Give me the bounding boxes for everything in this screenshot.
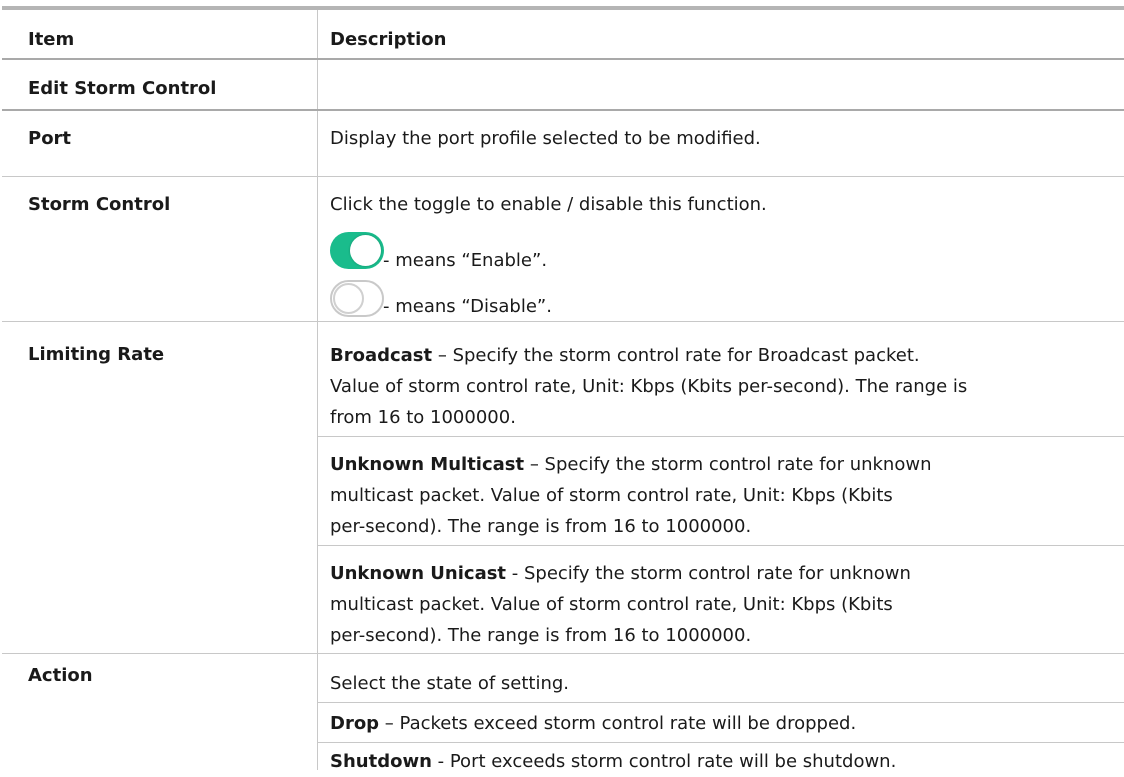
row-limit-item: Limiting Rate: [28, 344, 165, 365]
row-port-item: Port: [28, 128, 72, 149]
limit-broadcast-l2: Value of storm control rate, Unit: Kbps …: [330, 376, 968, 397]
row-action-item: Action: [28, 665, 93, 686]
limit-multicast-l1: Unknown Multicast – Specify the storm co…: [330, 454, 932, 475]
table-top-rule: [2, 6, 1124, 10]
action-drop: Drop – Packets exceed storm control rate…: [330, 713, 857, 734]
limit-unicast-l1: Unknown Unicast - Specify the storm cont…: [330, 563, 911, 584]
limit-unicast-l2: multicast packet. Value of storm control…: [330, 594, 893, 615]
limit-unicast-l3: per-second). The range is from 16 to 100…: [330, 625, 752, 646]
row-rule: [2, 176, 1124, 177]
toggle-disable-icon: [330, 280, 384, 317]
action-desc-intro: Select the state of setting.: [330, 673, 570, 694]
paragraph-rule: [317, 742, 1124, 743]
row-rule: [2, 321, 1124, 322]
row-storm-desc: Click the toggle to enable / disable thi…: [330, 194, 767, 215]
header-description: Description: [330, 29, 447, 50]
row-storm-item: Storm Control: [28, 194, 171, 215]
paragraph-rule: [317, 436, 1124, 437]
limit-broadcast-l3: from 16 to 1000000.: [330, 407, 516, 428]
column-divider: [317, 10, 318, 770]
action-shutdown: Shutdown - Port exceeds storm control ra…: [330, 751, 897, 772]
toggle-disable-caption: - means “Disable”.: [383, 296, 552, 317]
header-rule: [2, 58, 1124, 60]
section-title: Edit Storm Control: [28, 78, 217, 99]
row-port-desc: Display the port profile selected to be …: [330, 128, 761, 149]
header-item: Item: [28, 29, 75, 50]
paragraph-rule: [317, 702, 1124, 703]
toggle-enable-icon: [330, 232, 384, 269]
limit-multicast-l3: per-second). The range is from 16 to 100…: [330, 516, 752, 537]
limit-broadcast-l1: Broadcast – Specify the storm control ra…: [330, 345, 920, 366]
row-rule: [2, 653, 1124, 654]
section-rule: [2, 109, 1124, 111]
paragraph-rule: [317, 545, 1124, 546]
toggle-enable-caption: - means “Enable”.: [383, 250, 548, 271]
limit-multicast-l2: multicast packet. Value of storm control…: [330, 485, 893, 506]
